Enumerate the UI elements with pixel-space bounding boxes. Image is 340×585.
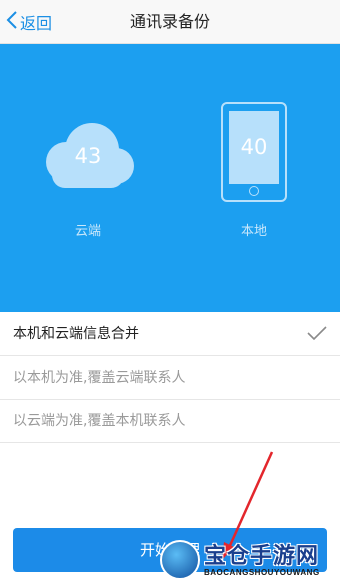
cloud-label: 云端	[74, 224, 101, 239]
cloud-stat: 43	[38, 118, 138, 190]
watermark: 宝仓手游网 BAOCANGSHOUYOUWANG	[158, 538, 340, 585]
local-label: 本地	[240, 224, 267, 239]
home-button-icon	[249, 186, 259, 196]
page-title: 通讯录备份	[129, 12, 210, 31]
watermark-logo-icon	[160, 540, 200, 580]
check-icon	[307, 325, 327, 345]
option-label: 以本机为准,覆盖云端联系人	[13, 370, 186, 386]
device-stat: 40	[221, 102, 287, 202]
local-count: 40	[240, 135, 268, 159]
watermark-title: 宝仓手游网	[204, 544, 320, 569]
option-label: 本机和云端信息合并	[13, 326, 139, 342]
cloud-count: 43	[74, 144, 102, 168]
nav-bar: 返回 通讯录备份	[0, 0, 340, 44]
option-merge[interactable]: 本机和云端信息合并	[0, 312, 340, 356]
watermark-subtitle: BAOCANGSHOUYOUWANG	[204, 568, 320, 577]
option-label: 以云端为准,覆盖本机联系人	[13, 413, 186, 429]
option-local-overwrite[interactable]: 以本机为准,覆盖云端联系人	[0, 356, 340, 400]
option-cloud-overwrite[interactable]: 以云端为准,覆盖本机联系人	[0, 399, 340, 443]
tablet-icon: 40	[229, 111, 279, 184]
stats-panel: 43 云端 40 本地	[0, 44, 340, 312]
